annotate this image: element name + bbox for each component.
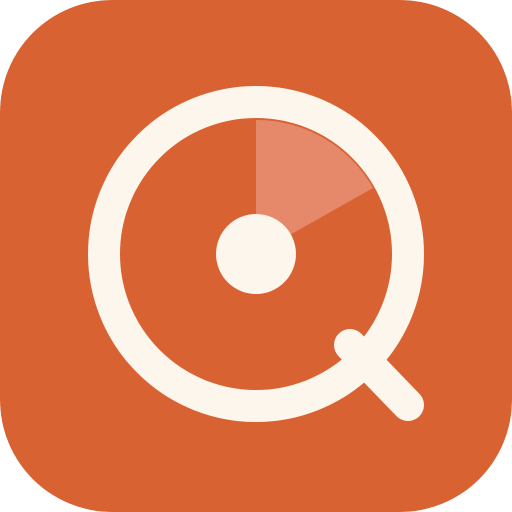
radar-search-icon: [0, 0, 512, 512]
screen: [0, 0, 512, 512]
center-dot: [216, 214, 296, 294]
app-icon[interactable]: [0, 0, 512, 512]
